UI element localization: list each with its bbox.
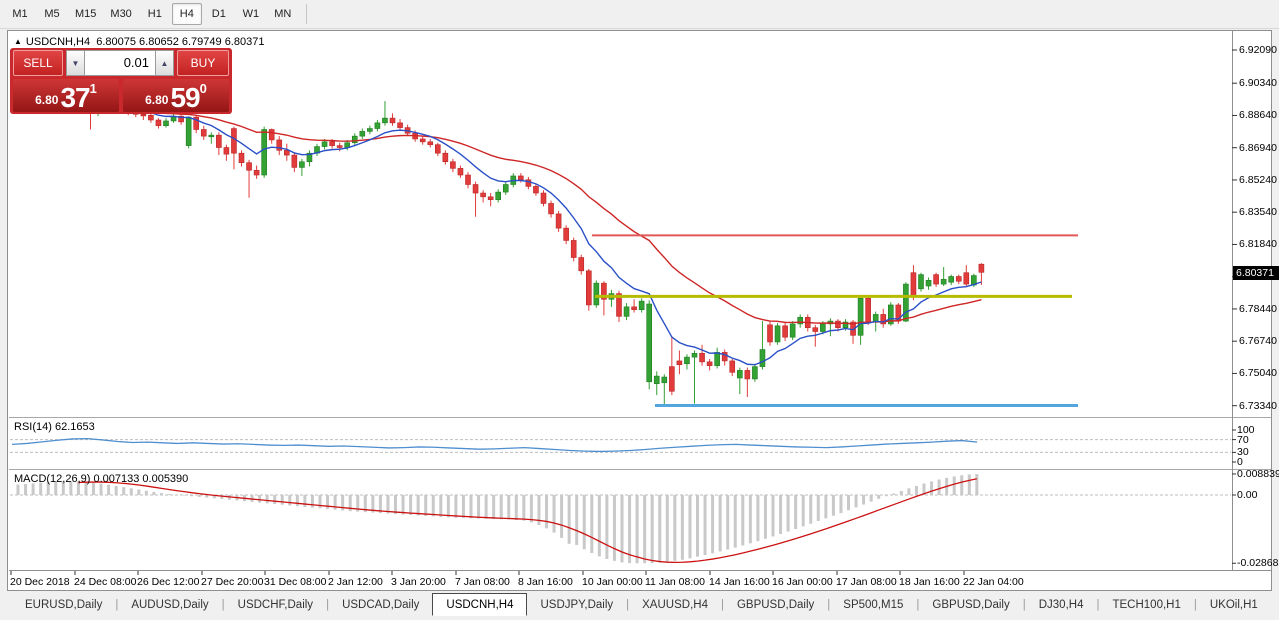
chart-tab-usdchf[interactable]: USDCHF,Daily (225, 593, 326, 616)
volume-increase-button[interactable]: ▲ (155, 50, 174, 76)
ask-price-panel[interactable]: 6.80590 (123, 79, 229, 112)
buy-button[interactable]: BUY (177, 50, 229, 76)
chart-tab-ukoil[interactable]: UKOil,H1 (1197, 593, 1271, 616)
ask-price-sup: 0 (200, 79, 207, 96)
ask-price-prefix: 6.80 (145, 93, 168, 111)
chart-tab-tech100[interactable]: TECH100,H1 (1099, 593, 1193, 616)
one-click-trading-panel: SELL ▼ 0.01 ▲ BUY 6.80371 6.80590 (10, 48, 232, 114)
chart-tab-dj30[interactable]: DJ30,H4 (1026, 593, 1097, 616)
bid-price-big: 37 (60, 84, 89, 111)
chart-tab-usdcnh-active[interactable]: USDCNH,H4 (432, 593, 527, 616)
volume-decrease-button[interactable]: ▼ (66, 50, 85, 76)
ask-price-big: 59 (170, 84, 199, 111)
bid-price-panel[interactable]: 6.80371 (13, 79, 119, 112)
chart-tab-sp500[interactable]: SP500,M15 (830, 593, 916, 616)
chevron-down-icon: ▼ (72, 59, 80, 68)
chart-tab-usdjpy[interactable]: USDJPY,Daily (527, 593, 626, 616)
chart-tab-gbpusd[interactable]: GBPUSD,Daily (724, 593, 827, 616)
volume-input[interactable]: 0.01 (85, 50, 155, 76)
tab-scroll-controls: |◂▸ (1271, 593, 1279, 616)
chart-tab-gbpusd[interactable]: GBPUSD,Daily (919, 593, 1022, 616)
chart-tab-audusd[interactable]: AUDUSD,Daily (118, 593, 221, 616)
chart-tab-eurusd[interactable]: EURUSD,Daily (12, 593, 115, 616)
chart-tabs-bar: EURUSD,Daily|AUDUSD,Daily|USDCHF,Daily|U… (0, 593, 1279, 616)
sell-button[interactable]: SELL (13, 50, 63, 76)
volume-spinner: ▼ 0.01 ▲ (66, 50, 174, 76)
bid-price-prefix: 6.80 (35, 93, 58, 111)
bid-price-sup: 1 (90, 79, 97, 96)
chevron-up-icon: ▲ (161, 59, 169, 68)
chart-tab-xauusd[interactable]: XAUUSD,H4 (629, 593, 721, 616)
chart-tab-usdcad[interactable]: USDCAD,Daily (329, 593, 432, 616)
